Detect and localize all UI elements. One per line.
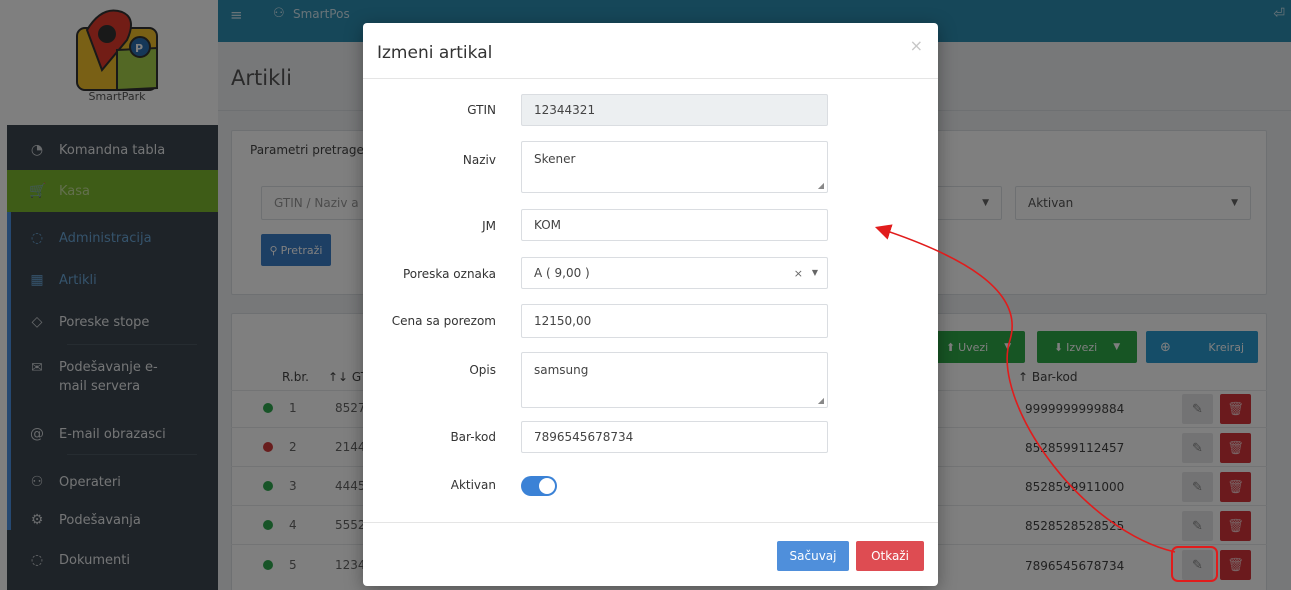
divider xyxy=(363,78,938,79)
active-label: Aktivan xyxy=(450,478,496,492)
resize-handle-icon[interactable]: ◢ xyxy=(818,181,824,190)
chevron-down-icon: ▼ xyxy=(811,268,818,277)
toggle-knob xyxy=(539,478,555,494)
unit-field[interactable]: KOM xyxy=(521,209,828,241)
close-icon[interactable]: × xyxy=(910,36,923,55)
unit-label: JM xyxy=(482,219,496,233)
desc-label: Opis xyxy=(469,363,496,377)
barcode-field[interactable]: 7896545678734 xyxy=(521,421,828,453)
gtin-label: GTIN xyxy=(467,103,496,117)
resize-handle-icon[interactable]: ◢ xyxy=(818,396,824,405)
unit-value: KOM xyxy=(534,218,562,232)
price-label: Cena sa porezom xyxy=(391,314,496,328)
price-field[interactable]: 12150,00 xyxy=(521,304,828,338)
clear-icon[interactable]: × xyxy=(794,267,803,280)
edit-article-modal: Izmeni artikal × GTIN 12344321 Naziv Ske… xyxy=(363,23,938,586)
gtin-field: 12344321 xyxy=(521,94,828,126)
tax-value: A ( 9,00 ) xyxy=(534,266,590,280)
barcode-value: 7896545678734 xyxy=(534,430,634,444)
name-label: Naziv xyxy=(462,153,496,167)
name-field[interactable]: Skener ◢ xyxy=(521,141,828,193)
divider xyxy=(363,522,938,523)
modal-title: Izmeni artikal xyxy=(377,43,493,63)
barcode-label: Bar-kod xyxy=(450,430,496,444)
name-value: Skener xyxy=(534,152,576,166)
save-button[interactable]: Sačuvaj xyxy=(777,541,849,571)
active-toggle[interactable] xyxy=(521,476,557,496)
tax-label: Poreska oznaka xyxy=(402,267,496,281)
tax-select[interactable]: A ( 9,00 ) × ▼ xyxy=(521,257,828,289)
cancel-button[interactable]: Otkaži xyxy=(856,541,924,571)
price-value: 12150,00 xyxy=(534,314,592,328)
desc-field[interactable]: samsung ◢ xyxy=(521,352,828,408)
desc-value: samsung xyxy=(534,363,589,377)
gtin-value: 12344321 xyxy=(534,103,596,117)
